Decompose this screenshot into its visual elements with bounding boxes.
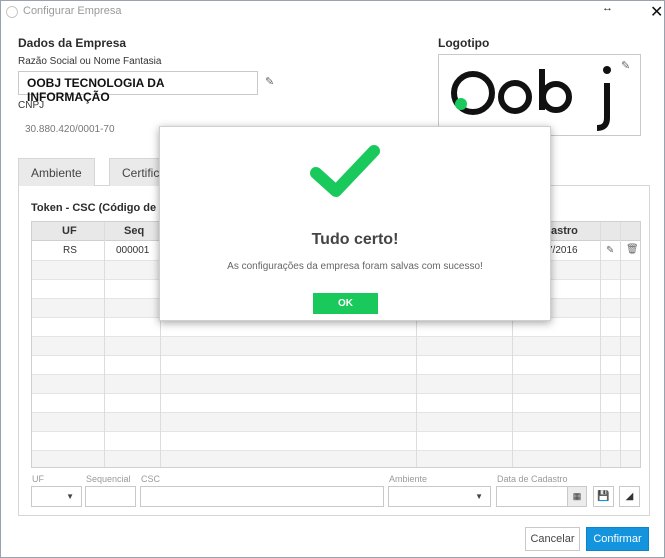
cell-data-cadastro: 7/2016 [547,245,578,256]
close-icon[interactable]: ✕ [650,2,663,22]
chevron-down-icon: ▼ [66,492,74,501]
uf-select[interactable]: ▼ [31,486,82,507]
cnpj-value: 30.880.420/0001-70 [25,124,115,135]
dialog-title: Tudo certo! [311,231,399,248]
column-data-cadastro[interactable]: astro [551,225,578,237]
cell-uf: RS [63,245,77,256]
cell-seq: 000001 [116,245,150,256]
configurar-empresa-window: Configurar Empresa ↔ ✕ Dados da Empresa … [0,0,665,558]
logo-section-title: Logotipo [438,36,490,50]
resize-icon[interactable]: ↔ [602,2,613,14]
column-seq[interactable]: Seq [124,225,144,237]
ok-button[interactable]: OK [313,293,378,314]
uf-label: UF [32,474,44,484]
column-divider [104,222,105,467]
empty-row [32,375,640,394]
company-logo [451,66,611,131]
cancel-button[interactable]: Cancelar [525,527,580,551]
data-cadastro-label: Data de Cadastro [497,474,568,484]
column-divider [600,222,601,467]
trash-icon[interactable]: 🗑 [626,244,639,255]
eraser-icon[interactable]: ◢ [619,486,640,507]
token-section-title: Token - CSC (Código de [31,202,157,214]
empty-row [32,394,640,413]
window-title: Configurar Empresa [23,5,122,17]
company-name-field[interactable]: OOBJ TECNOLOGIA DA INFORMAÇÃO [18,71,258,104]
success-dialog: Tudo certo! As configurações da empresa … [159,126,551,321]
empty-row [32,432,640,451]
tab-ambiente[interactable]: Ambiente [18,158,95,186]
confirm-button[interactable]: Confirmar [586,527,649,551]
empty-row [32,451,640,467]
csc-label: CSC [141,474,161,484]
company-name-label: Razão Social ou Nome Fantasia [18,56,162,67]
dialog-message: As configurações da empresa foram salvas… [227,261,483,272]
edit-logo-icon[interactable]: ✎ [621,59,630,72]
calendar-icon[interactable]: ▦ [567,487,586,506]
logo-box: ✎ [438,54,641,136]
checkmark-icon [310,145,380,197]
empty-row [32,356,640,375]
data-cadastro-field[interactable]: ▦ [496,486,587,507]
seq-label: Sequencial [86,474,131,484]
empty-row [32,337,640,356]
company-section-title: Dados da Empresa [18,36,127,50]
app-icon [6,6,18,18]
ambiente-select[interactable]: ▼ [388,486,491,507]
cnpj-label: CNPJ [18,100,45,111]
title-bar: Configurar Empresa ↔ ✕ [1,1,664,23]
seq-field[interactable] [85,486,136,507]
column-uf[interactable]: UF [62,225,77,237]
ambiente-label: Ambiente [389,474,428,484]
empty-row [32,413,640,432]
chevron-down-icon: ▼ [475,492,483,501]
column-divider [620,222,621,467]
csc-field[interactable] [140,486,384,507]
edit-name-icon[interactable]: ✎ [265,75,274,88]
save-icon[interactable]: 💾 [593,486,614,507]
edit-row-icon[interactable]: ✎ [606,245,614,256]
